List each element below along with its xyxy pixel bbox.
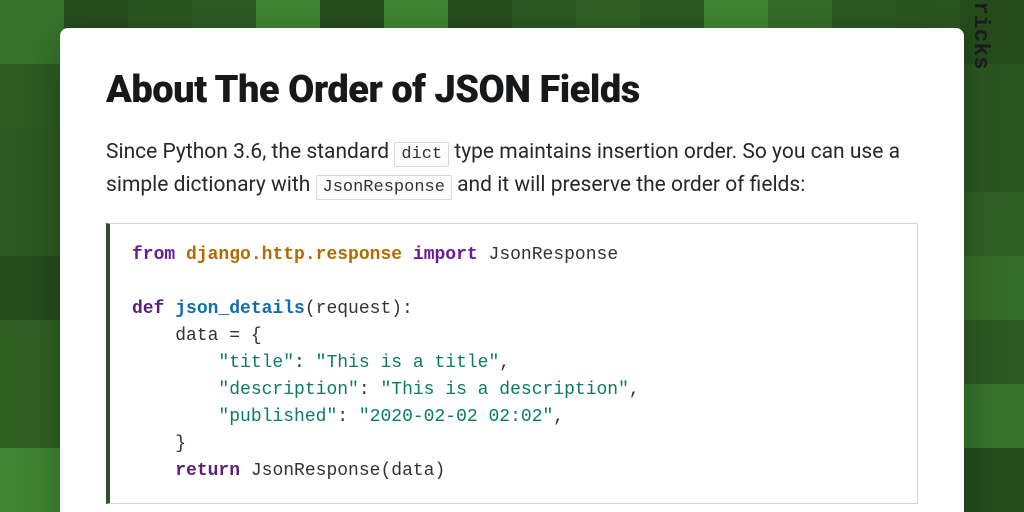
code-punct: , [629,380,640,400]
bg-tile [0,448,64,512]
imported-name: JsonResponse [489,245,619,265]
bg-tile [960,64,1024,128]
module-path: django.http.response [186,245,402,265]
keyword-from: from [132,245,175,265]
bg-tile [0,128,64,192]
bg-tile [0,0,64,64]
intro-paragraph: Since Python 3.6, the standard dict type… [106,136,906,201]
code-punct: , [553,407,564,427]
inline-code-dict: dict [394,142,449,167]
content-card: @DjangoTricks About The Order of JSON Fi… [60,28,964,512]
code-punct: : [294,353,316,373]
bg-tile [0,256,64,320]
bg-tile [960,256,1024,320]
function-name: json_details [175,299,305,319]
bg-tile [0,192,64,256]
code-line: } [132,434,186,454]
keyword-def: def [132,299,164,319]
author-handle: @DjangoTricks [968,0,993,70]
bg-tile [960,128,1024,192]
string-value: "This is a description" [380,380,628,400]
code-block: from django.http.response import JsonRes… [106,223,918,504]
string-value: "This is a title" [316,353,500,373]
string-value: "2020-02-02 02:02" [359,407,553,427]
bg-tile [0,384,64,448]
keyword-import: import [413,245,478,265]
code-line: data = { [132,326,262,346]
page-title: About The Order of JSON Fields [106,68,918,112]
code-punct: : [359,380,381,400]
bg-tile [960,320,1024,384]
string-key: "title" [218,353,294,373]
intro-text: and it will preserve the order of fields… [452,173,805,197]
return-expression: JsonResponse(data) [251,461,445,481]
bg-tile [960,448,1024,512]
bg-tile [960,192,1024,256]
bg-tile [960,384,1024,448]
code-punct: , [499,353,510,373]
string-key: "description" [218,380,358,400]
bg-tile [0,64,64,128]
function-signature: (request): [305,299,413,319]
inline-code-jsonresponse: JsonResponse [316,175,452,200]
string-key: "published" [218,407,337,427]
code-punct: : [337,407,359,427]
keyword-return: return [175,461,240,481]
intro-text: Since Python 3.6, the standard [106,140,394,164]
bg-tile [0,320,64,384]
